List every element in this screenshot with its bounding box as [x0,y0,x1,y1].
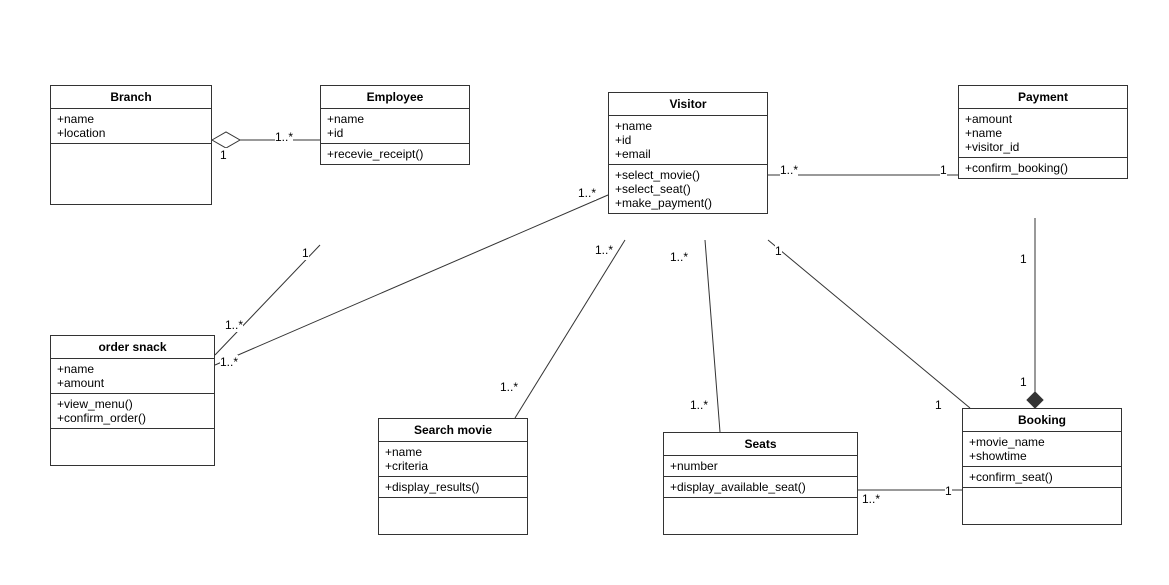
empty-section [51,429,214,465]
operations-section: +view_menu() +confirm_order() [51,394,214,429]
mult-label: 1..* [780,163,798,177]
op: +confirm_booking() [965,161,1121,175]
class-title: Visitor [609,93,767,116]
mult-label: 1 [220,148,227,162]
attr: +name [57,362,208,376]
op: +confirm_seat() [969,470,1115,484]
attr: +movie_name [969,435,1115,449]
attributes-section: +name +location [51,109,211,144]
class-title: Employee [321,86,469,109]
class-branch[interactable]: Branch +name +location [50,85,212,205]
class-payment[interactable]: Payment +amount +name +visitor_id +confi… [958,85,1128,179]
attr: +name [615,119,761,133]
attr: +amount [57,376,208,390]
op: +make_payment() [615,196,761,210]
mult-label: 1..* [670,250,688,264]
attr: +email [615,147,761,161]
class-title: Seats [664,433,857,456]
attr: +id [327,126,463,140]
class-visitor[interactable]: Visitor +name +id +email +select_movie()… [608,92,768,214]
attributes-section: +number [664,456,857,477]
attributes-section: +name +id +email [609,116,767,165]
operations-section: +select_movie() +select_seat() +make_pay… [609,165,767,213]
attributes-section: +name +criteria [379,442,527,477]
mult-label: 1 [945,484,952,498]
class-employee[interactable]: Employee +name +id +recevie_receipt() [320,85,470,165]
attr: +number [670,459,851,473]
operations-section: +display_results() [379,477,527,498]
operations-section: +display_available_seat() [664,477,857,498]
mult-label: 1 [940,163,947,177]
mult-label: 1..* [275,130,293,144]
attr: +id [615,133,761,147]
mult-label: 1 [1020,375,1027,389]
mult-label: 1 [302,246,309,260]
class-title: Branch [51,86,211,109]
op: +recevie_receipt() [327,147,463,161]
attr: +criteria [385,459,521,473]
mult-label: 1 [935,398,942,412]
attr: +visitor_id [965,140,1121,154]
class-booking[interactable]: Booking +movie_name +showtime +confirm_s… [962,408,1122,525]
op: +confirm_order() [57,411,208,425]
class-title: Search movie [379,419,527,442]
class-seats[interactable]: Seats +number +display_available_seat() [663,432,858,535]
mult-label: 1..* [862,492,880,506]
operations-section: +confirm_seat() [963,467,1121,488]
operations-section: +recevie_receipt() [321,144,469,164]
empty-section [379,498,527,534]
mult-label: 1..* [500,380,518,394]
class-title: order snack [51,336,214,359]
mult-label: 1..* [225,318,243,332]
empty-section [664,498,857,534]
mult-label: 1..* [595,243,613,257]
attr: +location [57,126,205,140]
class-title: Payment [959,86,1127,109]
class-search-movie[interactable]: Search movie +name +criteria +display_re… [378,418,528,535]
mult-label: 1..* [578,186,596,200]
op: +select_seat() [615,182,761,196]
attributes-section: +name +id [321,109,469,144]
operations-section [51,144,211,190]
mult-label: 1 [775,244,782,258]
class-title: Booking [963,409,1121,432]
attr: +amount [965,112,1121,126]
attr: +showtime [969,449,1115,463]
op: +display_results() [385,480,521,494]
empty-section [963,488,1121,524]
class-order-snack[interactable]: order snack +name +amount +view_menu() +… [50,335,215,466]
attributes-section: +amount +name +visitor_id [959,109,1127,158]
operations-section: +confirm_booking() [959,158,1127,178]
mult-label: 1 [1020,252,1027,266]
attributes-section: +movie_name +showtime [963,432,1121,467]
op: +view_menu() [57,397,208,411]
op: +display_available_seat() [670,480,851,494]
attr: +name [57,112,205,126]
attr: +name [965,126,1121,140]
attr: +name [385,445,521,459]
mult-label: 1..* [220,355,238,369]
op: +select_movie() [615,168,761,182]
mult-label: 1..* [690,398,708,412]
attr: +name [327,112,463,126]
attributes-section: +name +amount [51,359,214,394]
